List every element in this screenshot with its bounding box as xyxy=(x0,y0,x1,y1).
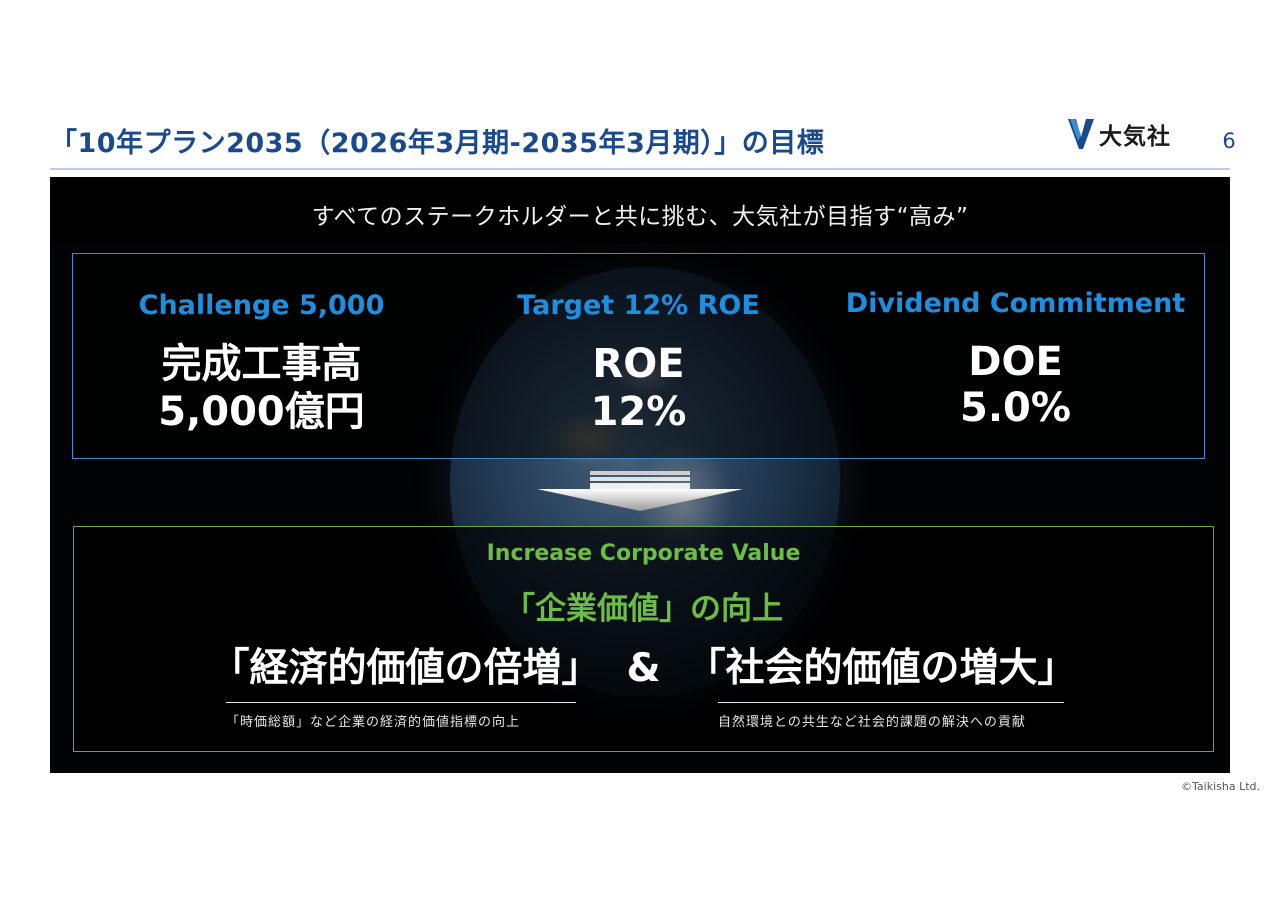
logo-text: 大気社 xyxy=(1099,124,1171,150)
goal-roe: Target 12% ROE ROE 12% xyxy=(450,254,827,458)
left-note-rule xyxy=(226,702,576,703)
goal-heading: Target 12% ROE xyxy=(517,290,760,321)
goal-value-label: 完成工事高 xyxy=(161,341,362,387)
goal-heading: Dividend Commitment xyxy=(845,288,1186,319)
right-note-rule xyxy=(718,702,1064,703)
page-number: 6 xyxy=(1222,129,1236,153)
goal-doe: Dividend Commitment DOE 5.0% xyxy=(827,254,1204,458)
goal-revenue: Challenge 5,000 完成工事高 5,000億円 xyxy=(73,254,450,458)
goal-value-label: ROE xyxy=(592,341,685,387)
dual-goal: 「経済的価値の倍増」 & 「社会的価値の増大」 xyxy=(74,637,1213,693)
down-arrow-icon xyxy=(537,471,743,511)
value-heading-en: Increase Corporate Value xyxy=(486,541,801,566)
taikisha-logo-icon xyxy=(1068,119,1094,149)
tagline: すべてのステークホルダーと共に挑む、大気社が目指す“高み” xyxy=(311,204,969,230)
goal-heading: Challenge 5,000 xyxy=(138,290,385,321)
goals-box: Challenge 5,000 完成工事高 5,000億円 Target 12%… xyxy=(72,253,1205,459)
company-logo: 大気社 xyxy=(1066,114,1196,154)
goal-value-number: 5,000億円 xyxy=(158,389,365,435)
economic-value-note: 「時価総額」など企業の経済的価値指標の向上 xyxy=(226,715,521,730)
slide-title: 「10年プラン2035（2026年3月期-2035年3月期）」の目標 xyxy=(50,128,825,159)
title-divider xyxy=(50,168,1230,170)
corporate-value-box: Increase Corporate Value 「企業価値」の向上 「経済的価… xyxy=(73,526,1214,752)
main-panel: すべてのステークホルダーと共に挑む、大気社が目指す“高み” Challenge … xyxy=(50,177,1230,773)
economic-value-goal: 「経済的価値の倍増」 xyxy=(210,646,601,691)
social-value-note: 自然環境との共生など社会的課題の解決への貢献 xyxy=(718,715,1026,730)
copyright: ©Taikisha Ltd. xyxy=(1181,780,1260,793)
social-value-goal: 「社会的価値の増大」 xyxy=(686,646,1077,691)
goal-value-number: 12% xyxy=(590,389,687,435)
goal-value-label: DOE xyxy=(968,339,1063,385)
ampersand: & xyxy=(626,646,661,691)
goal-value-number: 5.0% xyxy=(960,385,1071,431)
value-heading-ja: 「企業価値」の向上 xyxy=(504,591,783,627)
